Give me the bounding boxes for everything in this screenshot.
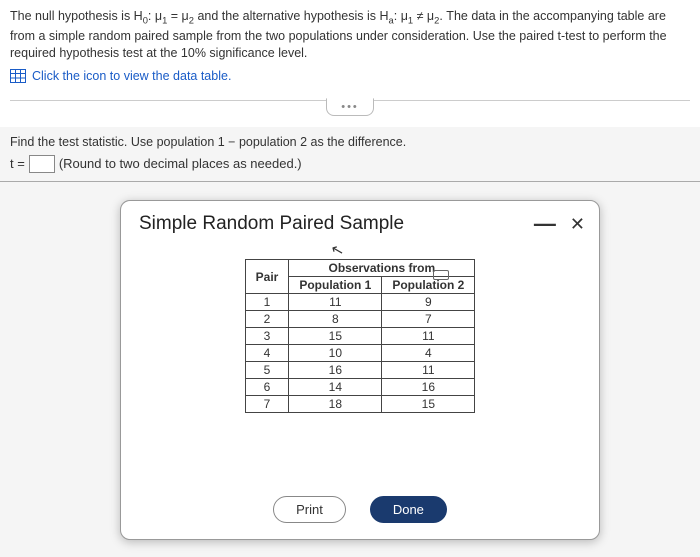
t-statistic-input[interactable] bbox=[29, 155, 55, 173]
problem-statement: The null hypothesis is H0: μ1 = μ2 and t… bbox=[10, 8, 690, 63]
cell: 2 bbox=[245, 311, 289, 328]
problem-header: The null hypothesis is H0: μ1 = μ2 and t… bbox=[0, 0, 700, 127]
table-row: 4104 bbox=[245, 345, 475, 362]
cell: 16 bbox=[289, 362, 382, 379]
view-data-table-link[interactable]: Click the icon to view the data table. bbox=[10, 69, 231, 83]
done-button[interactable]: Done bbox=[370, 496, 447, 523]
cell: 11 bbox=[289, 294, 382, 311]
collapse-toggle[interactable]: ••• bbox=[326, 98, 374, 116]
cell: 8 bbox=[289, 311, 382, 328]
cell: 16 bbox=[382, 379, 475, 396]
cell: 15 bbox=[382, 396, 475, 413]
text: The null hypothesis is H bbox=[10, 9, 143, 23]
col-pop2: Population 2 bbox=[382, 277, 475, 294]
col-pair: Pair bbox=[245, 260, 289, 294]
cell: 4 bbox=[382, 345, 475, 362]
close-button[interactable]: ✕ bbox=[570, 217, 585, 231]
modal-body: Pair Observations from Population 1 Popu… bbox=[121, 241, 599, 413]
table-row: 287 bbox=[245, 311, 475, 328]
table-row: 61416 bbox=[245, 379, 475, 396]
cell: 11 bbox=[382, 362, 475, 379]
answer-prefix: t = bbox=[10, 156, 25, 171]
modal-footer: Print Done bbox=[121, 496, 599, 523]
table-row: 71815 bbox=[245, 396, 475, 413]
cell: 5 bbox=[245, 362, 289, 379]
export-icon[interactable] bbox=[433, 270, 449, 280]
minimize-button[interactable]: — bbox=[534, 219, 556, 229]
print-button[interactable]: Print bbox=[273, 496, 346, 523]
cell: 9 bbox=[382, 294, 475, 311]
modal-title: Simple Random Paired Sample bbox=[139, 213, 404, 235]
data-table-modal: Simple Random Paired Sample — ✕ ↖ Pair O… bbox=[120, 200, 600, 540]
cell: 7 bbox=[382, 311, 475, 328]
modal-header: Simple Random Paired Sample — ✕ bbox=[121, 201, 599, 241]
cell: 11 bbox=[382, 328, 475, 345]
cell: 14 bbox=[289, 379, 382, 396]
cell: 15 bbox=[289, 328, 382, 345]
cell: 6 bbox=[245, 379, 289, 396]
table-row: 31511 bbox=[245, 328, 475, 345]
paired-sample-table: Pair Observations from Population 1 Popu… bbox=[245, 259, 476, 413]
cell: 1 bbox=[245, 294, 289, 311]
text: : μ bbox=[148, 9, 162, 23]
text: and the alternative hypothesis is H bbox=[194, 9, 389, 23]
table-icon bbox=[10, 69, 26, 83]
text: ≠ μ bbox=[413, 9, 434, 23]
table-body: 1119 287 31511 4104 51611 61416 71815 bbox=[245, 294, 475, 413]
table-row: 1119 bbox=[245, 294, 475, 311]
cell: 18 bbox=[289, 396, 382, 413]
text: = μ bbox=[167, 9, 188, 23]
answer-hint: (Round to two decimal places as needed.) bbox=[59, 156, 302, 171]
table-row: 51611 bbox=[245, 362, 475, 379]
cell: 7 bbox=[245, 396, 289, 413]
question-prompt: Find the test statistic. Use population … bbox=[0, 127, 700, 153]
view-data-label: Click the icon to view the data table. bbox=[32, 69, 231, 83]
answer-row: t = (Round to two decimal places as need… bbox=[0, 153, 700, 182]
cell: 3 bbox=[245, 328, 289, 345]
cell: 10 bbox=[289, 345, 382, 362]
text: : μ bbox=[394, 9, 408, 23]
cell: 4 bbox=[245, 345, 289, 362]
col-pop1: Population 1 bbox=[289, 277, 382, 294]
